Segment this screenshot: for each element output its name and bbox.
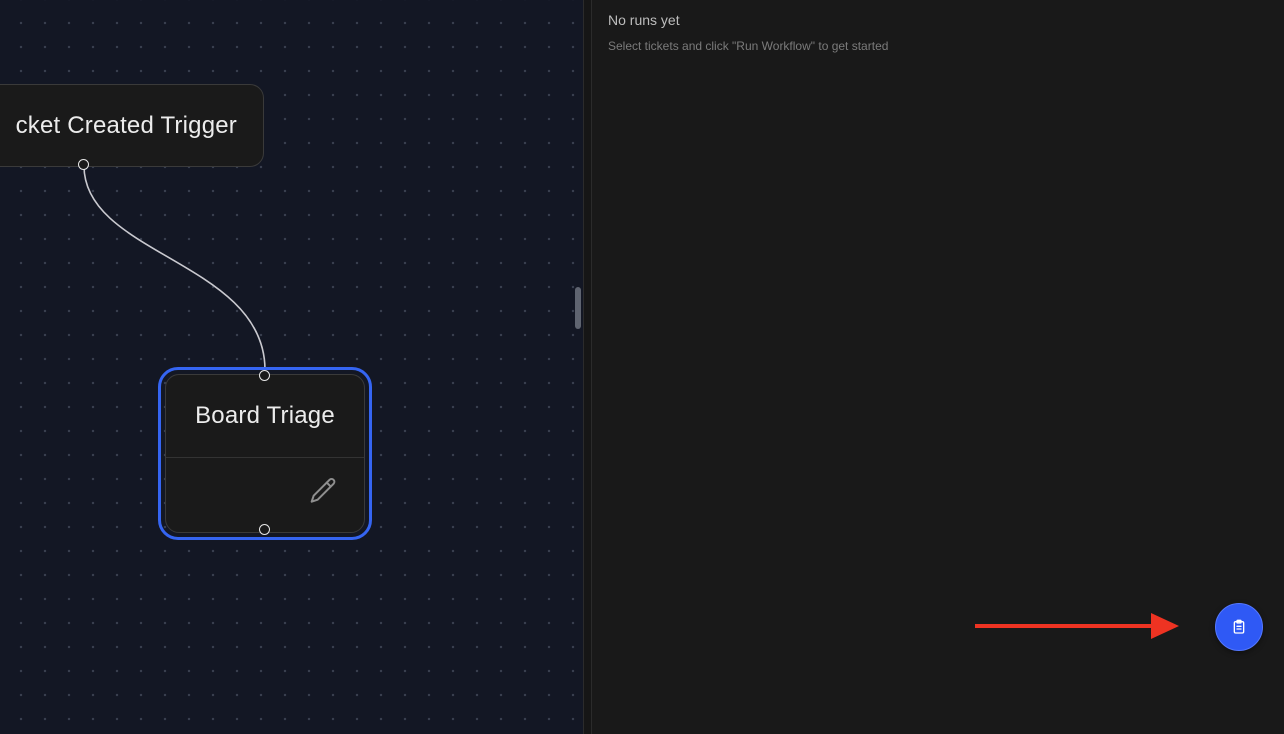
clipboard-icon — [1233, 619, 1245, 634]
node-ticket-created-trigger[interactable]: cket Created Trigger — [0, 84, 264, 167]
node-board-triage[interactable]: Board Triage — [165, 374, 365, 533]
triage-input-handle[interactable] — [259, 370, 270, 381]
resize-handle[interactable] — [575, 287, 581, 329]
workflow-canvas[interactable]: cket Created Trigger Board Triage — [0, 0, 583, 734]
workflow-app: cket Created Trigger Board Triage No run… — [0, 0, 1284, 734]
empty-state-hint: Select tickets and click "Run Workflow" … — [608, 39, 889, 53]
edge-trigger-to-triage[interactable] — [83, 165, 266, 371]
triage-output-handle[interactable] — [259, 524, 270, 535]
node-title: Board Triage — [195, 402, 335, 429]
edit-node-button[interactable] — [306, 474, 340, 508]
empty-state-title: No runs yet — [608, 12, 680, 28]
node-title: cket Created Trigger — [15, 111, 237, 139]
panel-divider — [583, 0, 592, 734]
pencil-icon — [310, 477, 336, 503]
node-header: Board Triage — [166, 375, 364, 458]
trigger-output-handle[interactable] — [78, 159, 89, 170]
annotation-arrow — [975, 613, 1179, 639]
floating-clipboard-button[interactable] — [1215, 603, 1263, 651]
